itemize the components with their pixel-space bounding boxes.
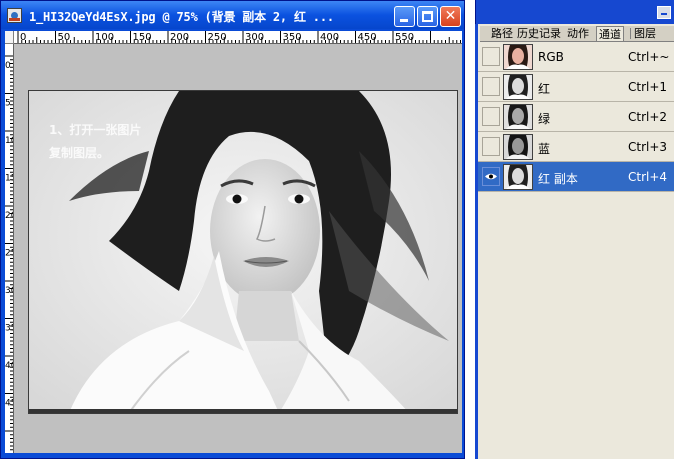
tab-actions[interactable]: 动作 xyxy=(565,26,591,41)
visibility-toggle[interactable] xyxy=(482,77,500,96)
ruler-label: 100 xyxy=(95,32,114,43)
ruler-label: 450 xyxy=(358,32,377,43)
vertical-ruler-ticks: 0 5 10 15 20 25 30 35 40 45 xyxy=(5,55,13,451)
tab-paths[interactable]: 路径 xyxy=(489,26,515,41)
document-image[interactable]: 1、打开一张图片 复制图层。 xyxy=(28,90,458,414)
ruler-origin[interactable] xyxy=(5,31,14,44)
ruler-label: 40 xyxy=(5,361,13,371)
maximize-icon xyxy=(422,11,433,22)
channel-shortcut: Ctrl+2 xyxy=(628,110,668,124)
channel-row-red-copy[interactable]: 红 副本 Ctrl+4 xyxy=(478,162,674,192)
ruler-label: 25 xyxy=(5,249,13,259)
ruler-label: 30 xyxy=(5,286,13,296)
channel-name: 红 副本 xyxy=(538,172,578,186)
image-caption: 1、打开一张图片 复制图层。 xyxy=(49,119,141,165)
minimize-button[interactable] xyxy=(394,6,415,27)
ruler-label: 10 xyxy=(5,136,13,146)
channel-shortcut: Ctrl+1 xyxy=(628,80,668,94)
document-window: 1_HI32QeYd4EsX.jpg @ 75% (背景 副本 2, 红 ...… xyxy=(0,0,465,459)
panel-body: 路径 历史记录 动作 通道 图层 RGB Ctrl+~ 红 Ctrl+1 绿 C… xyxy=(475,24,674,459)
maximize-button[interactable] xyxy=(417,6,438,27)
ruler-label: 15 xyxy=(5,174,13,184)
channel-name: 蓝 xyxy=(538,142,551,156)
channel-thumbnail xyxy=(503,104,533,130)
image-caption-line-1: 1、打开一张图片 xyxy=(49,123,142,137)
close-icon: ✕ xyxy=(444,8,457,24)
channel-row-green[interactable]: 绿 Ctrl+2 xyxy=(478,102,674,132)
visibility-toggle[interactable] xyxy=(482,167,500,186)
minimize-icon xyxy=(400,19,408,22)
channel-name: 绿 xyxy=(538,112,551,126)
ruler-label: 0 xyxy=(5,61,11,71)
visibility-toggle[interactable] xyxy=(482,107,500,126)
channel-shortcut: Ctrl+~ xyxy=(628,50,670,64)
ruler-label: 45 xyxy=(5,399,13,409)
ruler-label: 400 xyxy=(320,32,339,43)
channel-name: RGB xyxy=(538,50,564,64)
horizontal-ruler-ticks: 0 50 100 150 200 250 300 350 400 450 550 xyxy=(17,31,461,43)
channel-row-rgb[interactable]: RGB Ctrl+~ xyxy=(478,42,674,72)
channel-thumbnail xyxy=(503,134,533,160)
canvas-area[interactable]: 1、打开一张图片 复制图层。 xyxy=(14,44,462,453)
channel-thumbnail xyxy=(503,44,533,70)
tab-layers[interactable]: 图层 xyxy=(630,26,658,41)
ruler-label: 350 xyxy=(283,32,302,43)
visibility-toggle[interactable] xyxy=(482,47,500,66)
tab-channels[interactable]: 通道 xyxy=(596,26,624,41)
ruler-label: 35 xyxy=(5,324,13,334)
channel-name: 红 xyxy=(538,82,551,96)
channel-thumbnail xyxy=(503,74,533,100)
window-title: 1_HI32QeYd4EsX.jpg @ 75% (背景 副本 2, 红 ... xyxy=(29,10,334,24)
channel-thumbnail xyxy=(503,164,533,190)
close-button[interactable]: ✕ xyxy=(440,6,461,27)
eye-icon xyxy=(485,173,497,180)
channel-row-blue[interactable]: 蓝 Ctrl+3 xyxy=(478,132,674,162)
channel-row-red[interactable]: 红 Ctrl+1 xyxy=(478,72,674,102)
ruler-label: 300 xyxy=(245,32,264,43)
vertical-ruler[interactable]: 0 5 10 15 20 25 30 35 40 45 xyxy=(5,44,14,453)
ruler-label: 50 xyxy=(58,32,71,43)
ruler-label: 250 xyxy=(208,32,227,43)
tab-history[interactable]: 历史记录 xyxy=(515,26,563,41)
panel-tabs: 路径 历史记录 动作 通道 图层 xyxy=(480,26,674,42)
channels-panel: 路径 历史记录 动作 通道 图层 RGB Ctrl+~ 红 Ctrl+1 绿 C… xyxy=(475,0,674,459)
visibility-toggle[interactable] xyxy=(482,137,500,156)
ruler-label: 550 xyxy=(395,32,414,43)
channel-shortcut: Ctrl+4 xyxy=(628,170,668,184)
image-caption-line-2: 复制图层。 xyxy=(49,146,110,160)
panel-title-bar[interactable] xyxy=(475,0,674,24)
ruler-label: 150 xyxy=(133,32,152,43)
ruler-label: 5 xyxy=(5,99,11,109)
channel-shortcut: Ctrl+3 xyxy=(628,140,668,154)
photoshop-document-icon[interactable] xyxy=(7,8,22,23)
ruler-label: 0 xyxy=(20,32,26,43)
ruler-label: 200 xyxy=(170,32,189,43)
title-bar[interactable]: 1_HI32QeYd4EsX.jpg @ 75% (背景 副本 2, 红 ...… xyxy=(1,1,464,29)
horizontal-ruler[interactable]: 0 50 100 150 200 250 300 350 400 450 550 xyxy=(14,31,462,44)
ruler-label: 20 xyxy=(5,211,13,221)
panel-minimize-button[interactable] xyxy=(657,6,671,19)
